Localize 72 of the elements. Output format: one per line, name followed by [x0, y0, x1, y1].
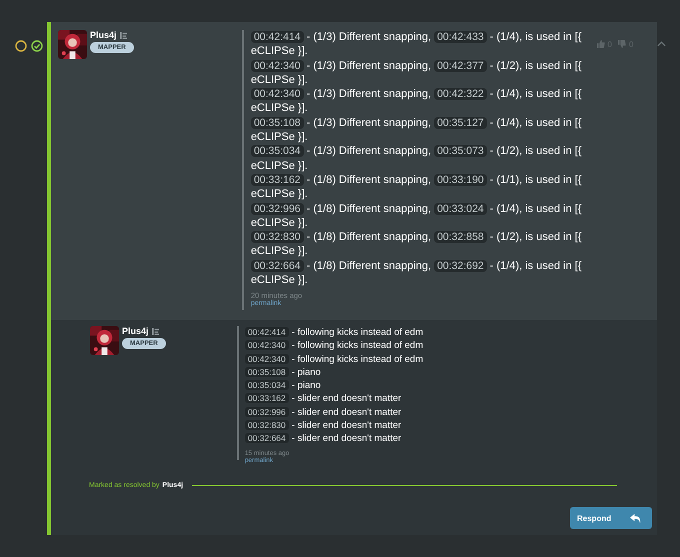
username[interactable]: Plus4j: [90, 30, 117, 40]
timestamp[interactable]: 00:32:664: [244, 433, 289, 444]
timestamp[interactable]: 00:35:034: [244, 380, 289, 390]
timestamp[interactable]: 00:32:996: [244, 406, 289, 417]
timestamp[interactable]: 00:42:322: [434, 88, 487, 100]
timestamp[interactable]: 00:33:024: [434, 202, 487, 215]
message-text: - (1/2), is used in [{: [490, 231, 582, 244]
timestamp[interactable]: 00:33:162: [244, 393, 289, 404]
message-text: - following kicks instead of edm: [292, 354, 424, 365]
message-text: - (1/3) Different snapping,: [306, 88, 432, 100]
message-text: - (1/4), is used in [{: [490, 31, 582, 43]
timestamp[interactable]: 00:32:996: [250, 202, 304, 215]
message-text: - following kicks instead of edm: [292, 340, 424, 352]
timestamp[interactable]: 00:42:414: [244, 327, 289, 337]
message-text: - (1/8) Different snapping,: [306, 174, 432, 186]
message-text: - (1/3) Different snapping,: [306, 116, 432, 129]
timestamp[interactable]: 00:42:433: [434, 31, 487, 43]
timestamp[interactable]: 00:35:073: [434, 145, 487, 158]
timestamp[interactable]: 00:42:340: [250, 60, 304, 72]
caret-icon[interactable]: [657, 41, 666, 47]
message-text: eCLIPSe }].: [250, 102, 308, 114]
timestamp[interactable]: 00:32:858: [434, 231, 487, 244]
timestamp[interactable]: 00:42:340: [244, 340, 289, 350]
timestamp[interactable]: 00:32:830: [250, 231, 304, 244]
message-text: eCLIPSe }].: [250, 131, 308, 144]
timestamp[interactable]: 00:42:377: [434, 60, 487, 72]
message-text: eCLIPSe }].: [250, 74, 308, 86]
message-text: eCLIPSe }].: [250, 160, 308, 172]
timestamp[interactable]: 00:32:830: [244, 420, 289, 430]
message-text: eCLIPSe }].: [250, 245, 308, 258]
timestamp[interactable]: 00:42:340: [244, 354, 289, 364]
timestamp[interactable]: 00:35:108: [250, 116, 304, 129]
message-text: - slider end doesn't matter: [292, 406, 402, 418]
mode-icon: [152, 328, 159, 334]
message-text: eCLIPSe }].: [250, 216, 308, 229]
message-text: - (1/1), is used in [{: [490, 174, 582, 186]
message-text: - piano: [292, 380, 321, 392]
message-text: - (1/3) Different snapping,: [306, 145, 432, 158]
timestamp[interactable]: 00:42:340: [250, 88, 304, 100]
message-text: - slider end doesn't matter: [292, 393, 402, 404]
mode-icon: [120, 32, 127, 38]
message-text: eCLIPSe }].: [250, 274, 308, 286]
message-text: eCLIPSe }].: [250, 188, 308, 200]
timestamp[interactable]: 00:35:108: [244, 366, 289, 377]
thumbs-up-icon[interactable]: [596, 40, 604, 48]
message-text: - piano: [292, 366, 321, 378]
message-text: - (1/3) Different snapping,: [306, 31, 432, 43]
message-text: - (1/4), is used in [{: [490, 260, 582, 272]
message-text: - (1/8) Different snapping,: [306, 202, 432, 215]
message-text: - (1/4), is used in [{: [490, 202, 582, 215]
message-text: - following kicks instead of edm: [292, 327, 424, 338]
message-text: - (1/2), is used in [{: [490, 60, 582, 72]
respond-button[interactable]: Respond: [570, 507, 652, 529]
timestamp[interactable]: 00:42:414: [250, 31, 304, 43]
reply-icon: [629, 512, 642, 524]
message-text: - slider end doesn't matter: [292, 433, 402, 444]
timestamp[interactable]: 00:32:664: [250, 260, 304, 272]
timestamp[interactable]: 00:35:034: [250, 145, 304, 158]
message-text: eCLIPSe }].: [250, 45, 308, 58]
timestamp[interactable]: 00:33:162: [250, 174, 304, 186]
message-text: - (1/4), is used in [{: [490, 88, 582, 100]
timestamp[interactable]: 00:33:190: [434, 174, 487, 186]
timestamp[interactable]: 00:35:127: [434, 116, 487, 129]
message-text: - (1/4), is used in [{: [490, 116, 582, 129]
thumbs-down-icon[interactable]: [618, 40, 626, 48]
message-text: - slider end doesn't matter: [292, 420, 402, 432]
message-text: - (1/2), is used in [{: [490, 145, 582, 158]
message-text: - (1/8) Different snapping,: [306, 260, 432, 272]
timestamp[interactable]: 00:32:692: [434, 260, 487, 272]
username[interactable]: Plus4j: [122, 326, 149, 336]
message-text: - (1/3) Different snapping,: [306, 60, 432, 72]
message-text: - (1/8) Different snapping,: [306, 231, 432, 244]
